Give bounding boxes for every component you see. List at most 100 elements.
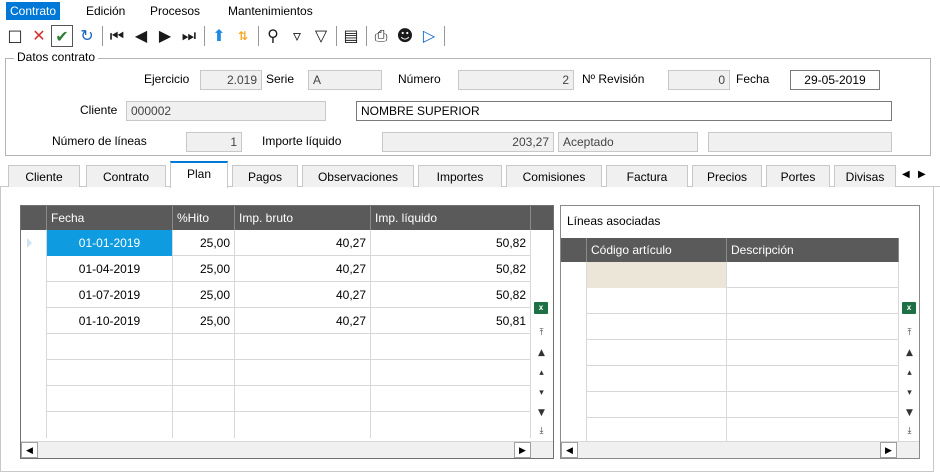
sort-icon[interactable]: ⬆ — [208, 25, 230, 47]
lineas-grid-vscroll[interactable]: x ⤒ ▲ ▴ ▾ ▼ ⤓ — [901, 298, 918, 438]
fecha-field[interactable]: 29-05-2019 — [790, 70, 880, 90]
cliente-name-field[interactable]: NOMBRE SUPERIOR — [356, 101, 892, 121]
confirm-icon[interactable]: ✔ — [51, 25, 73, 47]
cell-fecha[interactable]: 01-10-2019 — [47, 308, 173, 334]
col-fecha[interactable]: Fecha — [47, 206, 173, 230]
tab-comisiones[interactable]: Comisiones — [506, 165, 602, 187]
lineas-grid-hscroll[interactable]: ◀ ▶ — [561, 441, 919, 458]
numero-field[interactable]: 2 — [458, 70, 574, 90]
delete-icon[interactable]: ✕ — [28, 25, 50, 47]
cell-hito[interactable]: 25,00 — [173, 256, 235, 282]
menu-procesos[interactable]: Procesos — [146, 2, 204, 20]
cell-bruto[interactable]: 40,27 — [235, 308, 371, 334]
plan-grid-hscroll[interactable]: ◀ ▶ — [21, 441, 553, 458]
cell-liquido[interactable]: 50,82 — [371, 282, 531, 308]
cell-liquido[interactable]: 50,82 — [371, 230, 531, 256]
excel-export-icon[interactable]: x — [902, 302, 916, 314]
serie-field[interactable]: A — [308, 70, 382, 90]
tab-plan[interactable]: Plan — [170, 161, 228, 188]
col-hito[interactable]: %Hito — [173, 206, 235, 230]
tab-scroll-left-icon[interactable]: ◀ — [902, 169, 910, 180]
table-row[interactable]: 01-04-2019 25,00 40,27 50,82 — [21, 256, 531, 282]
tab-divisas[interactable]: Divisas — [834, 165, 896, 187]
table-row[interactable] — [21, 360, 531, 386]
col-codigo-articulo[interactable]: Código artículo — [587, 238, 727, 262]
tab-observaciones[interactable]: Observaciones — [302, 165, 414, 187]
move-first-icon[interactable]: ⤒ — [533, 324, 550, 342]
cliente-code-field[interactable]: 000002 — [126, 101, 326, 121]
plan-grid-vscroll[interactable]: x ⤒ ▲ ▴ ▾ ▼ ⤓ — [533, 298, 550, 438]
col-imp-bruto[interactable]: Imp. bruto — [235, 206, 371, 230]
cell-hito[interactable]: 25,00 — [173, 230, 235, 256]
new-icon[interactable]: □ — [4, 25, 26, 47]
move-first-icon[interactable]: ⤒ — [901, 324, 918, 342]
menu-contrato[interactable]: Contrato — [6, 2, 61, 20]
move-last-icon[interactable]: ⤓ — [533, 422, 550, 440]
table-row[interactable]: 01-01-2019 25,00 40,27 50,82 — [21, 230, 531, 256]
menu-mantenimientos[interactable]: Mantenimientos — [224, 2, 317, 20]
col-imp-liquido[interactable]: Imp. líquido — [371, 206, 531, 230]
cell-liquido[interactable]: 50,82 — [371, 256, 531, 282]
sort-az-icon[interactable]: ⇅ — [232, 25, 254, 47]
menu-edicion[interactable]: Edición — [82, 2, 129, 20]
scroll-up-icon[interactable]: ▴ — [533, 364, 550, 382]
cell-hito[interactable]: 25,00 — [173, 282, 235, 308]
move-down-icon[interactable]: ▼ — [901, 404, 918, 422]
user-icon[interactable]: ☻ — [394, 25, 416, 47]
cell-hito[interactable]: 25,00 — [173, 308, 235, 334]
scroll-left-icon[interactable]: ◀ — [21, 442, 38, 458]
scroll-left-icon[interactable]: ◀ — [561, 442, 578, 458]
print-icon[interactable]: ⎙ — [370, 25, 392, 47]
first-record-icon[interactable]: ⏮ — [106, 25, 128, 47]
table-row[interactable] — [561, 366, 899, 392]
scroll-down-icon[interactable]: ▾ — [901, 384, 918, 402]
table-row[interactable] — [561, 340, 899, 366]
move-down-icon[interactable]: ▼ — [533, 404, 550, 422]
col-descripcion[interactable]: Descripción — [727, 238, 899, 262]
cell-bruto[interactable]: 40,27 — [235, 256, 371, 282]
scroll-up-icon[interactable]: ▴ — [901, 364, 918, 382]
move-up-icon[interactable]: ▲ — [533, 344, 550, 362]
revision-field[interactable]: 0 — [668, 70, 730, 90]
previous-record-icon[interactable]: ◀ — [130, 25, 152, 47]
table-row[interactable] — [561, 314, 899, 340]
cell-fecha[interactable]: 01-04-2019 — [47, 256, 173, 282]
cell-codigo[interactable] — [587, 262, 727, 288]
clear-filter-icon[interactable]: ▽ — [310, 25, 332, 47]
cell-descripcion[interactable] — [727, 262, 899, 288]
cell-liquido[interactable]: 50,81 — [371, 308, 531, 334]
tab-cliente[interactable]: Cliente — [8, 165, 80, 187]
next-record-icon[interactable]: ▶ — [154, 25, 176, 47]
tab-importes[interactable]: Importes — [418, 165, 502, 187]
tab-factura[interactable]: Factura — [606, 165, 688, 187]
cell-fecha[interactable]: 01-07-2019 — [47, 282, 173, 308]
cell-bruto[interactable]: 40,27 — [235, 230, 371, 256]
last-record-icon[interactable]: ⏭ — [178, 25, 200, 47]
importe-field[interactable]: 203,27 — [382, 132, 554, 152]
lineas-field[interactable]: 1 — [186, 132, 242, 152]
ejercicio-field[interactable]: 2.019 — [200, 70, 262, 90]
tab-scroll-right-icon[interactable]: ▶ — [918, 169, 926, 180]
table-row[interactable]: 01-07-2019 25,00 40,27 50,82 — [21, 282, 531, 308]
tab-portes[interactable]: Portes — [766, 165, 830, 187]
table-row[interactable] — [21, 386, 531, 412]
tab-precios[interactable]: Precios — [692, 165, 762, 187]
excel-export-icon[interactable]: x — [534, 302, 548, 314]
tab-pagos[interactable]: Pagos — [232, 165, 298, 187]
cell-fecha[interactable]: 01-01-2019 — [47, 230, 173, 256]
move-last-icon[interactable]: ⤓ — [901, 422, 918, 440]
scroll-right-icon[interactable]: ▶ — [880, 442, 897, 458]
run-icon[interactable]: ▷ — [418, 25, 440, 47]
tab-contrato[interactable]: Contrato — [86, 165, 166, 187]
table-row[interactable] — [561, 418, 899, 444]
move-up-icon[interactable]: ▲ — [901, 344, 918, 362]
table-row[interactable] — [561, 392, 899, 418]
estado-field[interactable]: Aceptado — [558, 132, 698, 152]
scroll-down-icon[interactable]: ▾ — [533, 384, 550, 402]
cell-bruto[interactable]: 40,27 — [235, 282, 371, 308]
scroll-right-icon[interactable]: ▶ — [514, 442, 531, 458]
table-row[interactable] — [21, 334, 531, 360]
table-row[interactable] — [561, 288, 899, 314]
grid-view-icon[interactable]: ▤ — [340, 25, 362, 47]
undo-icon[interactable]: ↻ — [76, 25, 98, 47]
